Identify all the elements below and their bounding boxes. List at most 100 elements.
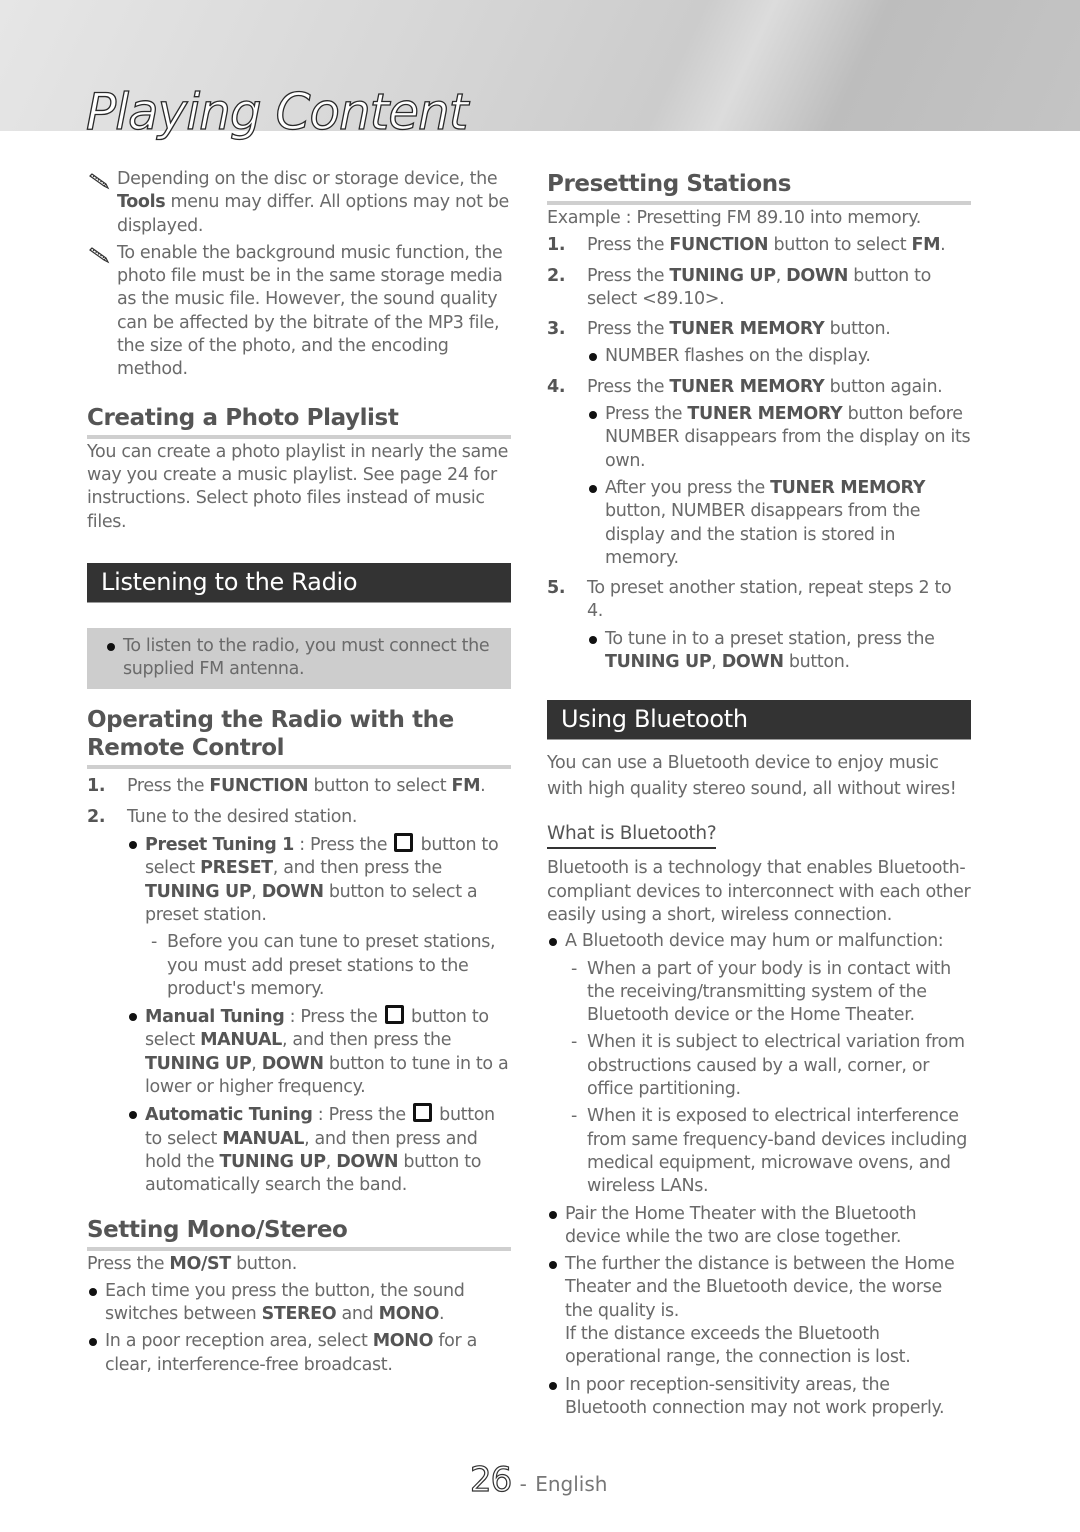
mono-bullets: Each time you press the button, the soun…: [87, 1280, 511, 1377]
text-run: : Press the: [294, 835, 393, 856]
square-button-icon: [384, 1005, 404, 1025]
bluetooth-bullet: Pair the Home Theater with the Bluetooth…: [547, 1203, 971, 1250]
mono-section: Setting Mono/Stereo Press the MO/ST butt…: [87, 1216, 511, 1377]
text-run: ,: [775, 265, 787, 286]
notes-list: Depending on the disc or storage device,…: [87, 168, 511, 382]
bluetooth-subheading: What is Bluetooth?: [547, 822, 717, 850]
step-number: 1.: [547, 235, 566, 256]
text-run: Depending on the disc or storage device,…: [117, 169, 498, 189]
keyword: DOWN: [336, 1151, 399, 1172]
remote-steps: 1. Press the FUNCTION button to select FM…: [87, 775, 511, 829]
keyword: DOWN: [261, 881, 324, 902]
bluetooth-bullet-text: The further the distance is between the …: [565, 1254, 955, 1321]
page-footer: 26 - English: [469, 1459, 608, 1500]
radio-section-title: Listening to the Radio: [87, 562, 511, 603]
text-run: .: [940, 235, 946, 256]
text-run: ,: [325, 1151, 337, 1172]
left-column: Depending on the disc or storage device,…: [87, 168, 511, 1377]
square-button-icon: [412, 1103, 432, 1123]
text-run: , and then press the: [281, 1030, 452, 1051]
keyword: TUNING UP: [669, 265, 776, 286]
keyword: TUNING UP: [219, 1151, 326, 1172]
keyword: FUNCTION: [209, 776, 309, 797]
text-run: After you press the: [605, 477, 771, 498]
text-run: In a poor reception area, select: [105, 1331, 373, 1352]
step-bullet: To tune in to a preset station, press th…: [587, 628, 971, 675]
text-run: : Press the: [284, 1007, 383, 1028]
text-run: button.: [783, 652, 850, 673]
text-run: button again.: [824, 376, 943, 397]
malfunction-bullet: A Bluetooth device may hum or malfunctio…: [547, 930, 971, 953]
dash-item: When it is exposed to electrical interfe…: [565, 1105, 971, 1198]
step-number: 2.: [87, 806, 106, 827]
bluetooth-section-title: Using Bluetooth: [547, 700, 971, 741]
text-run: Press the: [605, 404, 688, 425]
keyword: MONO: [372, 1331, 434, 1352]
keyword: STEREO: [261, 1304, 337, 1325]
mono-intro: Press the MO/ST button.: [87, 1253, 511, 1276]
step-item: 2. Press the TUNING UP, DOWN button to se…: [547, 265, 971, 312]
keyword: FUNCTION: [669, 235, 769, 256]
keyword: TUNING UP: [145, 1053, 252, 1074]
text-run: Press the: [127, 776, 210, 797]
text-run: ,: [711, 652, 722, 673]
dash-item: When a part of your body is in contact w…: [565, 958, 971, 1028]
mono-bullet: Each time you press the button, the soun…: [87, 1280, 511, 1327]
keyword: MANUAL: [222, 1128, 305, 1149]
text-run: button.: [230, 1253, 297, 1274]
text-run: button.: [824, 319, 891, 340]
keyword: DOWN: [786, 265, 849, 286]
step-item: 5. To preset another station, repeat step…: [547, 577, 971, 624]
keyword: MO/ST: [169, 1253, 231, 1274]
radio-note: To listen to the radio, you must connect…: [105, 635, 501, 682]
bluetooth-malfunction-block: A Bluetooth device may hum or malfunctio…: [547, 930, 971, 1420]
text-run: button to select: [308, 776, 452, 797]
text-run: menu may differ. All options may not be …: [117, 192, 509, 236]
text-run: Press the: [587, 376, 670, 397]
square-button-icon: [394, 833, 414, 853]
step-number: 1.: [87, 776, 106, 797]
right-column: Presetting Stations Example : Presetting…: [547, 170, 971, 1420]
malfunction-dash-list: When a part of your body is in contact w…: [565, 958, 971, 1199]
text-run: ,: [251, 881, 262, 902]
keyword: DOWN: [261, 1053, 324, 1074]
text-run: NUMBER flashes on the display.: [605, 346, 871, 367]
keyword: TUNER MEMORY: [669, 319, 825, 340]
note-item: To enable the background music function,…: [87, 242, 511, 382]
step-bullet: Press the TUNER MEMORY button before NUM…: [587, 403, 971, 473]
tuning-label: Manual Tuning: [145, 1007, 285, 1028]
text-run: : Press the: [312, 1105, 411, 1126]
photo-playlist-heading: Creating a Photo Playlist: [87, 404, 511, 439]
mono-bullet: In a poor reception area, select MONO fo…: [87, 1330, 511, 1377]
remote-section: Operating the Radio with the Remote Cont…: [87, 706, 511, 1197]
keyword: DOWN: [721, 652, 784, 673]
bluetooth-intro: You can use a Bluetooth device to enjoy …: [547, 753, 957, 800]
keyword: Tools: [117, 192, 166, 213]
text-run: button, NUMBER disappears from the displ…: [605, 501, 921, 568]
radio-note-box: To listen to the radio, you must connect…: [87, 627, 511, 690]
keyword: FM: [911, 235, 941, 256]
range-note: If the distance exceeds the Bluetooth op…: [565, 1323, 911, 1368]
text-run: To enable the background music function,…: [117, 242, 503, 380]
presetting-steps: 1. Press the FUNCTION button to select FM…: [547, 234, 971, 674]
dash-item: When it is subject to electrical variati…: [565, 1031, 971, 1101]
pencil-note-icon: [87, 246, 111, 264]
text-run: .: [480, 776, 486, 797]
bluetooth-bullet: In poor reception-sensitivity areas, the…: [547, 1374, 971, 1421]
photo-playlist-section: Creating a Photo Playlist You can create…: [87, 404, 511, 534]
text-run: , and then press the: [272, 858, 443, 879]
tuning-item: Automatic Tuning : Press the button to s…: [127, 1103, 511, 1197]
dash-item: Before you can tune to preset stations, …: [145, 931, 511, 1001]
footer-language: English: [535, 1472, 608, 1496]
text-run: button to select: [768, 235, 912, 256]
keyword: MONO: [378, 1304, 440, 1325]
text-run: Press the: [587, 235, 670, 256]
text-run: Press the: [587, 319, 670, 340]
page-title: Playing Content: [85, 82, 469, 141]
keyword: TUNER MEMORY: [770, 477, 926, 498]
step-item: 4. Press the TUNER MEMORY button again.: [547, 376, 971, 399]
keyword: TUNING UP: [145, 881, 252, 902]
step-item: 1. Press the FUNCTION button to select FM…: [547, 234, 971, 257]
text-run: .: [439, 1304, 445, 1325]
text-run: Press the: [587, 265, 670, 286]
